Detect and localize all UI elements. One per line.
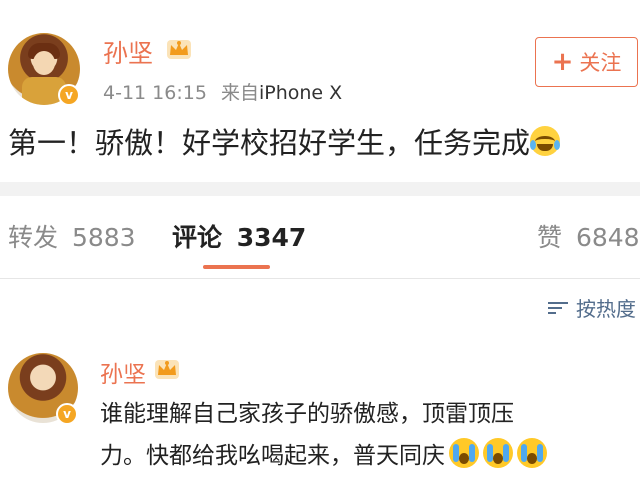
comment-text-line2-wrap: 力。快都给我吆喝起来，普天同庆 — [100, 435, 640, 477]
sort-by-heat-button[interactable]: 按热度 — [548, 293, 636, 322]
section-divider — [0, 182, 640, 196]
repost-count: 5883 — [71, 223, 136, 252]
plus-icon: + — [551, 47, 574, 77]
comment-count: 3347 — [236, 223, 307, 252]
crying-emoji-icon — [449, 438, 479, 468]
comment-text-line1: 谁能理解自己家孩子的骄傲感，顶雷顶压 — [100, 401, 514, 427]
post-source: iPhone X — [258, 82, 343, 104]
follow-label: 关注 — [579, 51, 622, 75]
active-tab-indicator — [203, 265, 270, 269]
post-header: v 孙坚 4-11 16:15 来自iPhone X + 关注 — [0, 0, 640, 115]
tabs-divider — [0, 278, 640, 279]
comment-item: v 孙坚 谁能理解自己家孩子的骄傲感，顶雷顶压 力。快都给我吆喝起来，普天同庆 — [0, 345, 640, 479]
tab-comment[interactable]: 评论 3347 — [172, 218, 306, 254]
like-label: 赞 — [537, 223, 563, 252]
sort-label: 按热度 — [576, 297, 636, 321]
crown-icon — [155, 360, 179, 379]
repost-label: 转发 — [8, 223, 59, 252]
comment-label: 评论 — [172, 223, 223, 252]
crown-icon — [167, 40, 191, 59]
commenter-name[interactable]: 孙坚 — [100, 355, 146, 389]
verified-icon: v — [56, 403, 78, 425]
verified-icon: v — [58, 84, 80, 106]
post-time: 4-11 16:15 — [103, 82, 207, 104]
post-source-prefix: 来自 — [220, 82, 259, 104]
crying-emoji-icon — [483, 438, 513, 468]
follow-button[interactable]: + 关注 — [535, 37, 638, 87]
post-text-content: 第一！骄傲！好学校招好学生，任务完成 — [8, 126, 531, 160]
comment-text: 谁能理解自己家孩子的骄傲感，顶雷顶压 力。快都给我吆喝起来，普天同庆 — [100, 393, 640, 477]
sort-icon — [548, 300, 568, 316]
author-name[interactable]: 孙坚 — [103, 34, 153, 70]
crying-emoji-icon — [517, 438, 547, 468]
comment-text-line2: 力。快都给我吆喝起来，普天同庆 — [100, 443, 445, 469]
tab-like[interactable]: 赞 6848 — [537, 218, 640, 254]
interaction-tabs: 转发 5883 评论 3347 赞 6848 — [0, 196, 640, 276]
post-text: 第一！骄傲！好学校招好学生，任务完成 — [8, 120, 561, 162]
post-meta: 4-11 16:15 来自iPhone X — [103, 78, 342, 105]
like-count: 6848 — [575, 223, 640, 252]
tab-repost[interactable]: 转发 5883 — [8, 218, 136, 254]
laugh-cry-emoji-icon — [530, 126, 561, 156]
